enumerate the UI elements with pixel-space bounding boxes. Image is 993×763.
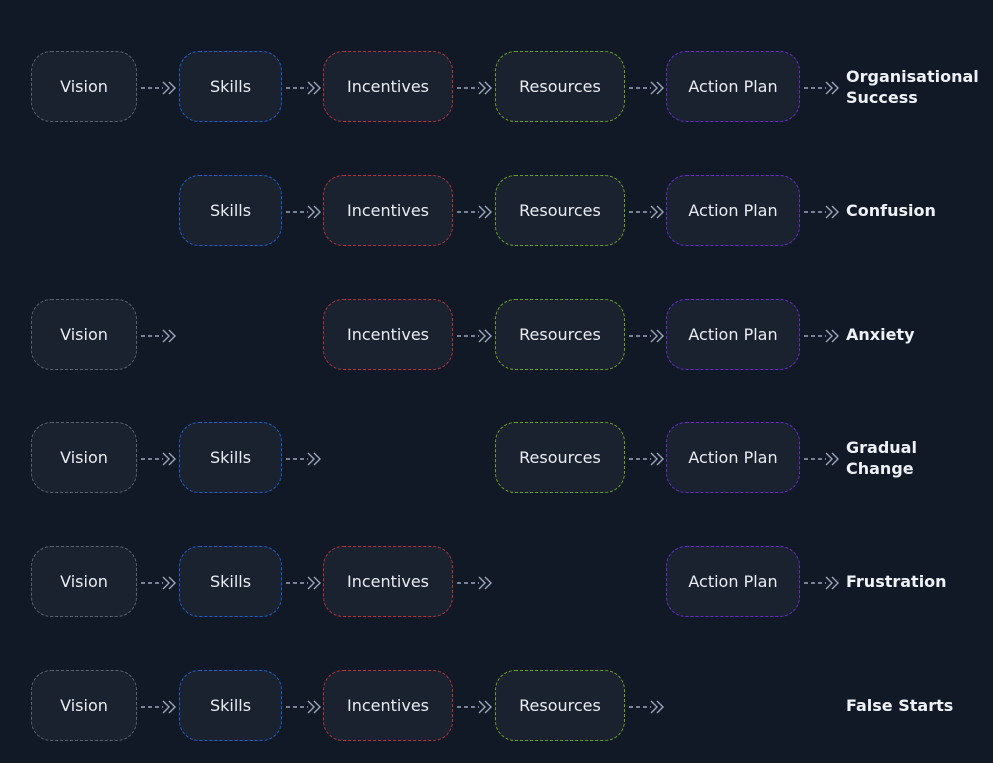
node-skills: Skills (179, 422, 282, 493)
double-chevron-arrow-icon (804, 451, 840, 465)
double-chevron-arrow-icon (457, 699, 493, 713)
node-resources: Resources (495, 299, 625, 370)
node-incentives: Incentives (323, 546, 453, 617)
outcome-label: Anxiety (846, 325, 915, 344)
node-skills: Skills (179, 670, 282, 741)
double-chevron-arrow-icon (457, 328, 493, 342)
double-chevron-arrow-icon (141, 80, 177, 94)
outcome-label: Organisational Success (846, 66, 979, 107)
double-chevron-arrow-icon (286, 575, 322, 589)
node-vision: Vision (31, 299, 137, 370)
node-skills: Skills (179, 175, 282, 246)
outcome-label: False Starts (846, 696, 954, 715)
double-chevron-arrow-icon (286, 80, 322, 94)
double-chevron-arrow-icon (804, 575, 840, 589)
double-chevron-arrow-icon (286, 451, 322, 465)
double-chevron-arrow-icon (804, 328, 840, 342)
double-chevron-arrow-icon (457, 204, 493, 218)
double-chevron-arrow-icon (286, 699, 322, 713)
node-skills: Skills (179, 546, 282, 617)
node-incentives: Incentives (323, 299, 453, 370)
double-chevron-arrow-icon (457, 80, 493, 94)
double-chevron-arrow-icon (804, 204, 840, 218)
double-chevron-arrow-icon (804, 80, 840, 94)
node-resources: Resources (495, 51, 625, 122)
double-chevron-arrow-icon (629, 451, 665, 465)
double-chevron-arrow-icon (141, 575, 177, 589)
node-incentives: Incentives (323, 51, 453, 122)
node-vision: Vision (31, 670, 137, 741)
double-chevron-arrow-icon (629, 328, 665, 342)
node-incentives: Incentives (323, 175, 453, 246)
node-action-plan: Action Plan (666, 299, 800, 370)
double-chevron-arrow-icon (141, 699, 177, 713)
double-chevron-arrow-icon (629, 699, 665, 713)
node-resources: Resources (495, 670, 625, 741)
node-action-plan: Action Plan (666, 546, 800, 617)
node-resources: Resources (495, 422, 625, 493)
node-vision: Vision (31, 422, 137, 493)
double-chevron-arrow-icon (457, 575, 493, 589)
node-vision: Vision (31, 51, 137, 122)
node-action-plan: Action Plan (666, 51, 800, 122)
node-resources: Resources (495, 175, 625, 246)
double-chevron-arrow-icon (141, 328, 177, 342)
outcome-label: Frustration (846, 572, 947, 591)
node-vision: Vision (31, 546, 137, 617)
node-skills: Skills (179, 51, 282, 122)
node-incentives: Incentives (323, 670, 453, 741)
outcome-label: Confusion (846, 201, 936, 220)
double-chevron-arrow-icon (286, 204, 322, 218)
outcome-label: Gradual Change (846, 437, 917, 478)
double-chevron-arrow-icon (141, 451, 177, 465)
node-action-plan: Action Plan (666, 175, 800, 246)
double-chevron-arrow-icon (629, 204, 665, 218)
node-action-plan: Action Plan (666, 422, 800, 493)
double-chevron-arrow-icon (629, 80, 665, 94)
